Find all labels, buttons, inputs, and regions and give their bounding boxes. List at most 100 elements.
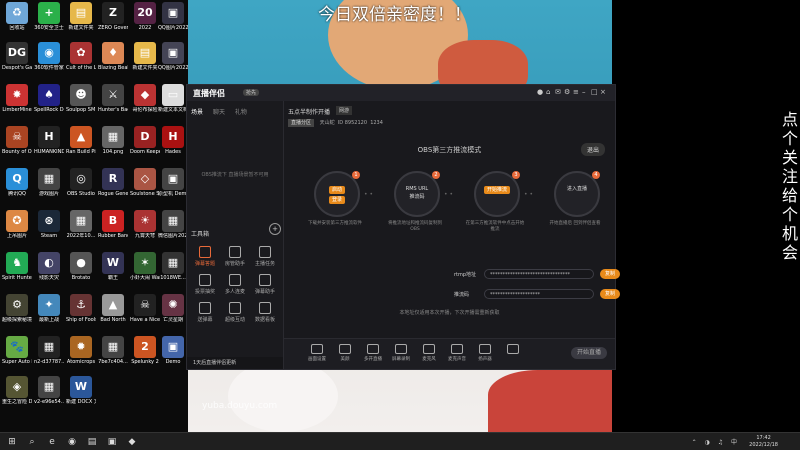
bottom-tool[interactable]: 多开直播 bbox=[360, 344, 386, 362]
room-tag[interactable]: 网游 bbox=[336, 106, 353, 115]
desktop-icon[interactable]: DGDespot's Game bbox=[2, 42, 32, 71]
bottom-tool[interactable]: 美颜 bbox=[332, 344, 358, 362]
desktop-icon[interactable]: ● Brotato bbox=[66, 252, 96, 281]
start-live-button[interactable]: 开始直播 bbox=[571, 347, 607, 359]
desktop-icon[interactable]: ▤ 新建文件夹 bbox=[130, 42, 160, 71]
desktop-icon[interactable]: ▦ v2-e96e54... bbox=[34, 376, 64, 405]
bottom-tool[interactable]: 屏幕录制 bbox=[388, 344, 414, 362]
desktop-icon[interactable]: ◐ 残影天灾 bbox=[34, 252, 64, 281]
desktop-icon[interactable]: ✶小虾大闹 Warpips bbox=[130, 252, 160, 281]
copy-stream-key-button[interactable]: 复制 bbox=[600, 289, 620, 299]
desktop-icon[interactable]: ▦ 104.png bbox=[98, 126, 128, 155]
desktop-icon[interactable]: ♻ 回收站 bbox=[2, 2, 32, 31]
desktop-icon[interactable]: ▦微信图片2022... bbox=[158, 210, 188, 239]
menu-icon[interactable]: ≡ bbox=[573, 88, 582, 96]
desktop-icon[interactable]: ▦ 1018WE... bbox=[158, 252, 188, 281]
desktop-icon[interactable]: ◈重生之冒险 Demo bbox=[2, 376, 32, 405]
gift-icon[interactable]: ⌂ bbox=[546, 88, 555, 96]
desktop-icon[interactable]: ♠SpellRock Demonic... bbox=[34, 84, 64, 113]
bottom-tool[interactable] bbox=[500, 344, 526, 356]
system-tray[interactable]: ⌃ ◑ ♫ 中 bbox=[692, 437, 740, 446]
desktop-icon[interactable]: ☠Bounty of One bbox=[2, 126, 32, 155]
desktop-icon[interactable]: ◉ 360软件管家 bbox=[34, 42, 64, 71]
rtmp-field[interactable]: ******************************** bbox=[484, 269, 594, 279]
toolbox-item[interactable]: 主播任务 bbox=[251, 246, 279, 267]
desktop-icon[interactable]: ✹ Atomicrops bbox=[66, 336, 96, 365]
desktop-icon[interactable]: ☀ 九霄天穹 bbox=[130, 210, 160, 239]
desktop-icon[interactable]: ♞ Spirit Hunter bbox=[2, 252, 32, 281]
edge-icon[interactable]: e bbox=[46, 436, 58, 448]
desktop-icon[interactable]: ✪ 上吊图片 bbox=[2, 210, 32, 239]
desktop-icon[interactable]: Q 腾讯QQ bbox=[2, 168, 32, 197]
desktop-icon[interactable]: ▦ 7be7c404... bbox=[98, 336, 128, 365]
desktop-icon[interactable]: ▣ 原型机 Demo bbox=[158, 168, 188, 197]
minimize-icon[interactable]: – bbox=[582, 88, 591, 96]
bottom-tool[interactable]: 画面设置 bbox=[304, 344, 330, 362]
toolbox-add-button[interactable]: + bbox=[269, 223, 281, 235]
folder-icon[interactable]: ▤ bbox=[86, 436, 98, 448]
desktop-icon[interactable]: RRogue Genesia bbox=[98, 168, 128, 197]
desktop-icon[interactable]: ◇Soulstone Survivors bbox=[130, 168, 160, 197]
bottom-tool[interactable]: 麦克声音 bbox=[444, 344, 470, 362]
taskbar-clock[interactable]: 17:42 2022/12/18 bbox=[749, 435, 778, 449]
desktop-icon[interactable]: ▤ 新建文件夹 bbox=[66, 2, 96, 31]
desktop-icon[interactable]: ▦ 2022年10... bbox=[66, 210, 96, 239]
desktop-icon[interactable]: 20 2022 bbox=[130, 2, 160, 31]
search-icon[interactable]: ⌕ bbox=[26, 436, 38, 448]
desktop-icon[interactable]: ZZERO Govern.exe bbox=[98, 2, 128, 31]
toolbox-item[interactable]: 弹幕助手 bbox=[251, 274, 279, 295]
desktop-icon[interactable]: ⚙超级探索秘境 Project Zero bbox=[2, 294, 32, 323]
desktop-icon[interactable]: ▣QQ图片2022... bbox=[158, 2, 188, 31]
windows-start-icon[interactable]: ⊞ bbox=[6, 436, 18, 448]
obs-taskbar-icon[interactable]: ◉ bbox=[66, 436, 78, 448]
store-icon[interactable]: ▣ bbox=[106, 436, 118, 448]
toolbox-item[interactable]: 多人连麦 bbox=[221, 274, 249, 295]
desktop-icon[interactable]: W 霸王 bbox=[98, 252, 128, 281]
desktop-icon[interactable]: ◆ 哥伦布探险 bbox=[130, 84, 160, 113]
bottom-tool[interactable]: 扬声器 bbox=[472, 344, 498, 362]
desktop-icon[interactable]: ▭ 新建文本文档 bbox=[158, 84, 188, 113]
mail-icon[interactable]: ✉ bbox=[555, 88, 564, 96]
app-taskbar-icon[interactable]: ◆ bbox=[126, 436, 138, 448]
close-icon[interactable]: × bbox=[600, 88, 609, 96]
toolbox-item[interactable]: 弹幕答题 bbox=[191, 246, 219, 267]
version-badge[interactable]: 抢先 bbox=[243, 89, 260, 96]
desktop-icon[interactable]: W新建 DOCX 文档 bbox=[66, 376, 96, 405]
toolbox-item[interactable]: 房管助手 bbox=[221, 246, 249, 267]
bottom-tool[interactable]: 麦克风 bbox=[416, 344, 442, 362]
desktop-icon[interactable]: ◎ OBS Studio bbox=[66, 168, 96, 197]
desktop-icon[interactable]: ▣QQ图片2022... bbox=[158, 42, 188, 71]
stream-key-field[interactable]: ******************** bbox=[484, 289, 594, 299]
exit-obs-mode-button[interactable]: 退出 bbox=[580, 143, 605, 156]
desktop-icon[interactable]: ⚔Hunter's Backpack bbox=[98, 84, 128, 113]
toolbox-item[interactable]: 超级互动 bbox=[221, 302, 249, 323]
toolbox-item[interactable]: 投票抽奖 bbox=[191, 274, 219, 295]
desktop-icon[interactable]: ✺ 亡灵星期 bbox=[158, 294, 188, 323]
desktop-icon[interactable]: ⚓ Ship of Fools bbox=[66, 294, 96, 323]
desktop-icon[interactable]: ☻Soulpop SM breakers bbox=[66, 84, 96, 113]
tab-gifts[interactable]: 礼物 bbox=[235, 109, 247, 116]
desktop-icon[interactable]: BRubber Bandits bbox=[98, 210, 128, 239]
desktop-icon[interactable]: ✿Cult of the Lamb bbox=[66, 42, 96, 71]
desktop-icon[interactable]: 2 Spelunky 2 bbox=[130, 336, 160, 365]
desktop-icon[interactable]: ▲ Bad North bbox=[98, 294, 128, 323]
settings-icon[interactable]: ⚙ bbox=[564, 88, 573, 96]
tab-chat[interactable]: 聊天 bbox=[213, 109, 225, 116]
tab-scene[interactable]: 场景 bbox=[191, 109, 203, 116]
toolbox-item[interactable]: 数据看板 bbox=[251, 302, 279, 323]
maximize-icon[interactable]: □ bbox=[591, 88, 600, 96]
desktop-icon[interactable]: DDoom Keeper bbox=[130, 126, 160, 155]
room-category[interactable]: 直播分区 bbox=[288, 119, 315, 127]
desktop-icon[interactable]: ▣ Demo bbox=[158, 336, 188, 365]
copy-rtmp-button[interactable]: 复制 bbox=[600, 269, 620, 279]
desktop-icon[interactable]: +360安全卫士 bbox=[34, 2, 64, 31]
desktop-icon[interactable]: ☠Have a Nice Death bbox=[130, 294, 160, 323]
desktop-icon[interactable]: H Hades bbox=[158, 126, 188, 155]
desktop-icon[interactable]: ▦ n2-d37787... bbox=[34, 336, 64, 365]
desktop-icon[interactable]: H HUMANKIND bbox=[34, 126, 64, 155]
desktop-icon[interactable]: ⊛ Steam bbox=[34, 210, 64, 239]
update-notice[interactable]: 1天后直播伴侣更新 bbox=[187, 357, 283, 369]
room-title[interactable]: 五点半制作开播 bbox=[288, 107, 330, 116]
desktop-icon[interactable]: ♦Blazing Beaks bbox=[98, 42, 128, 71]
desktop-icon[interactable]: ✦ 最新上战 bbox=[34, 294, 64, 323]
